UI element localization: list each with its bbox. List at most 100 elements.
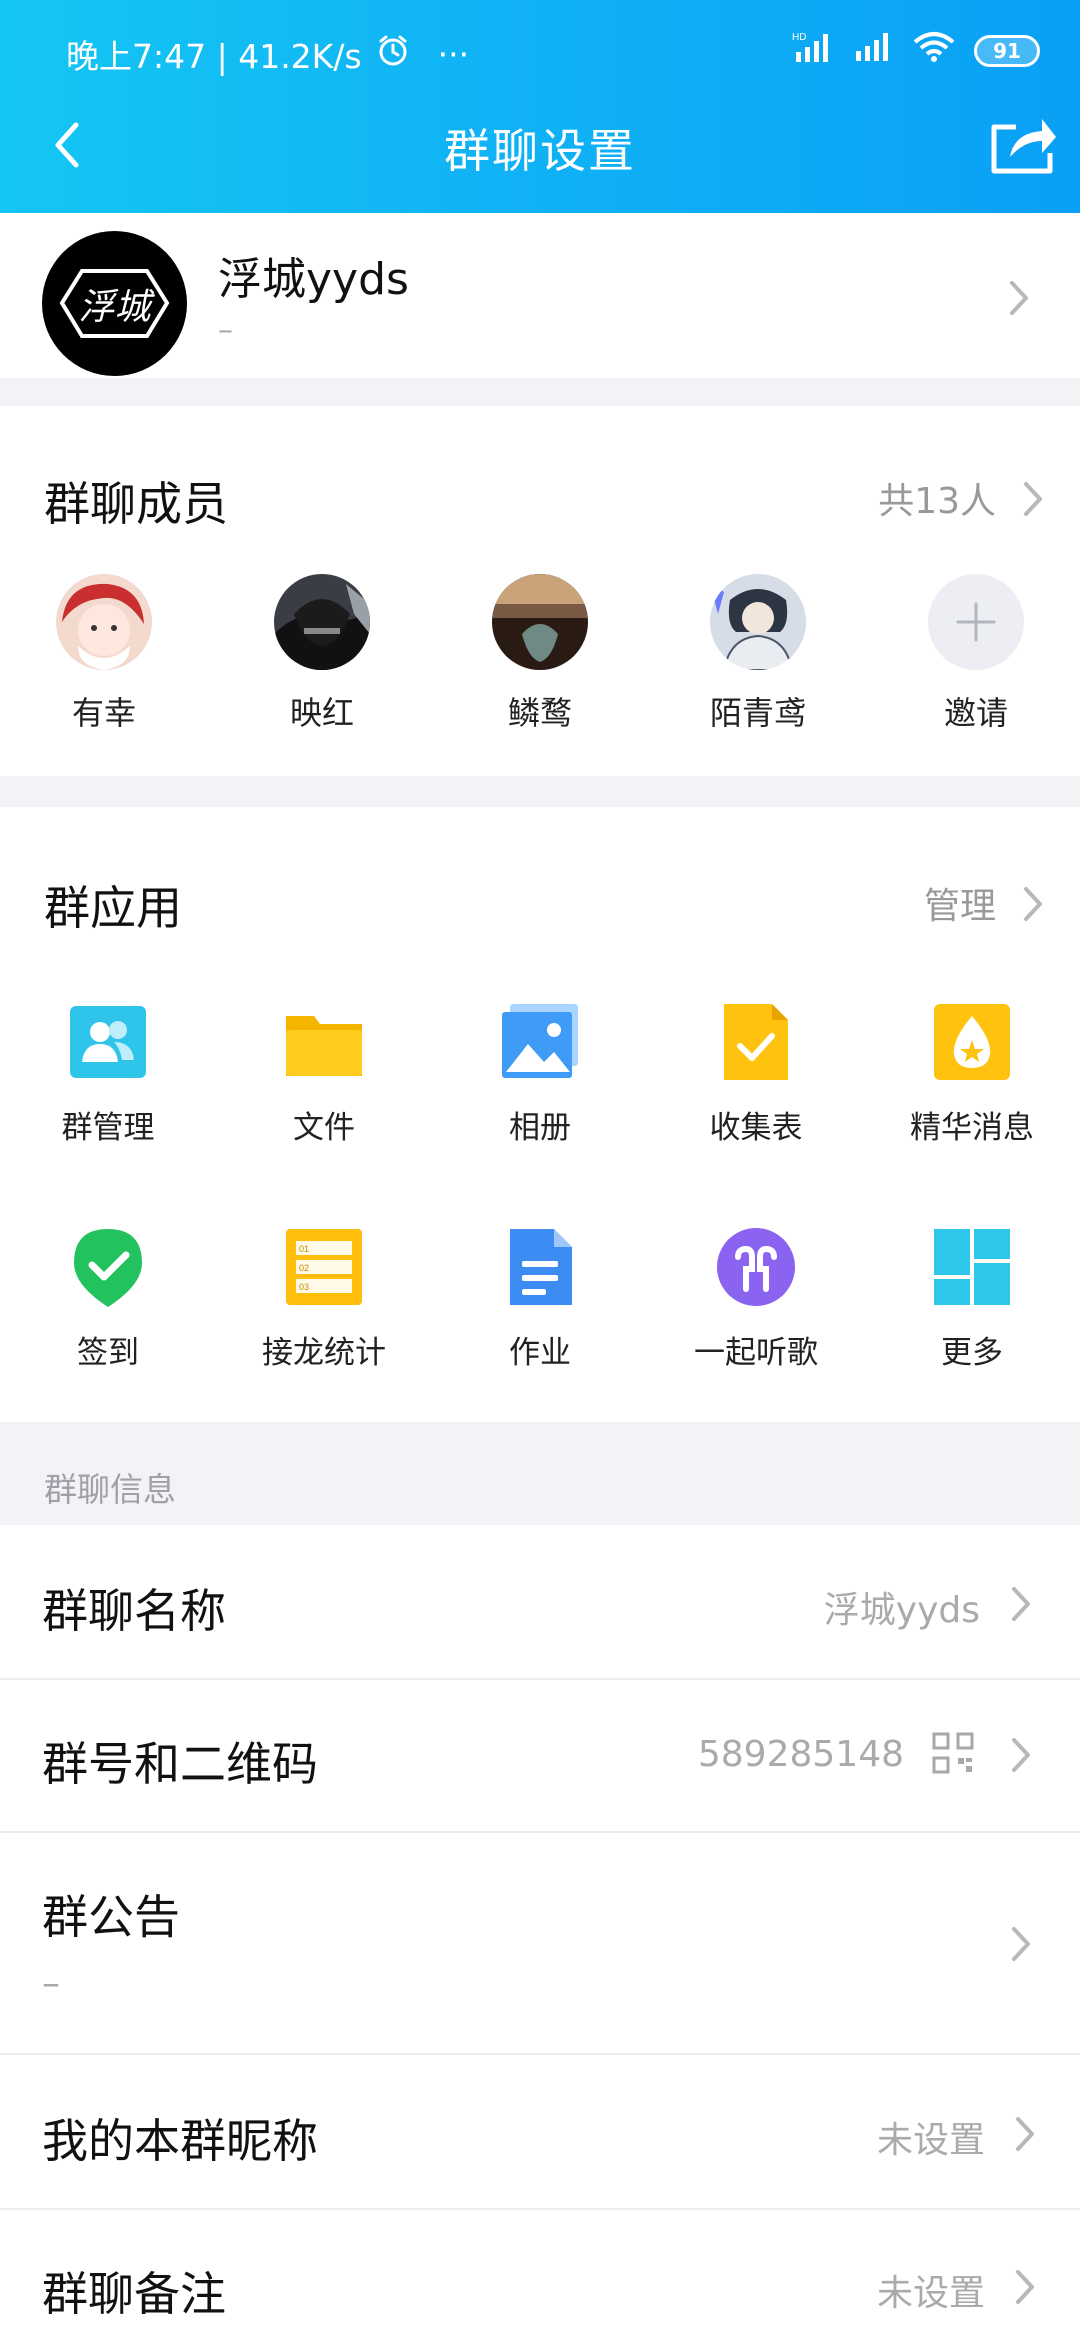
member-item[interactable]: 鳞鹜 xyxy=(470,574,610,734)
member-name: 鳞鹜 xyxy=(507,694,572,732)
folder-icon xyxy=(284,1002,364,1082)
apps-manage: 管理 xyxy=(923,886,996,927)
apps-title: 群应用 xyxy=(44,881,182,935)
member-name: 有幸 xyxy=(71,694,136,732)
group-number-row[interactable]: 群号和二维码 589285148 xyxy=(0,1680,1080,1833)
avatar xyxy=(710,574,806,670)
app-featured-messages[interactable]: 精华消息 xyxy=(892,1002,1052,1147)
status-time: 晚上7:47 | 41.2K/s xyxy=(66,37,362,76)
app-label: 签到 xyxy=(77,1335,139,1371)
share-button[interactable] xyxy=(986,109,1060,179)
homework-icon xyxy=(500,1227,580,1307)
battery-indicator: 91 xyxy=(974,35,1040,67)
app-group-manage[interactable]: 群管理 xyxy=(28,1002,188,1147)
invite-member-button[interactable]: 邀请 xyxy=(906,574,1046,734)
announcement-value: – xyxy=(42,1963,60,2004)
group-number: 589285148 xyxy=(697,1734,904,1775)
top-bar: 晚上7:47 | 41.2K/s ··· HD 91 群聊设置 xyxy=(0,0,1080,213)
app-files[interactable]: 文件 xyxy=(244,1002,404,1147)
chevron-right-icon xyxy=(1016,2270,1034,2304)
member-name: 陌青鸢 xyxy=(709,694,806,732)
more-apps-icon xyxy=(932,1227,1012,1307)
group-name: 浮城yyds xyxy=(218,254,409,305)
app-label: 文件 xyxy=(293,1110,355,1146)
relay-stats-icon: 01 02 03 xyxy=(284,1227,364,1307)
group-remark-row[interactable]: 群聊备注 未设置 xyxy=(0,2210,1080,2340)
avatar xyxy=(274,574,370,670)
chevron-right-icon xyxy=(1012,1587,1030,1621)
svg-text:01: 01 xyxy=(299,1244,309,1254)
app-label: 作业 xyxy=(509,1335,571,1371)
members-count: 共13人 xyxy=(878,481,996,522)
members-section: 群聊成员 共13人 有幸 映红 鳞鹜 陌青鸢 邀请 xyxy=(0,406,1080,776)
signal-icon xyxy=(854,31,894,71)
listen-together-icon xyxy=(716,1227,796,1307)
member-item[interactable]: 映红 xyxy=(252,574,392,734)
app-more[interactable]: 更多 xyxy=(892,1227,1052,1372)
announcement-row[interactable]: 群公告 – xyxy=(0,1833,1080,2055)
apps-manage-link[interactable]: 管理 xyxy=(892,869,1052,939)
app-label: 相册 xyxy=(509,1110,571,1146)
members-count-link[interactable]: 共13人 xyxy=(852,464,1052,534)
app-label: 一起听歌 xyxy=(694,1335,818,1371)
row-label: 群号和二维码 xyxy=(42,1737,318,1791)
signal-hd-icon: HD xyxy=(792,30,836,72)
wifi-icon xyxy=(912,30,956,72)
member-item[interactable]: 有幸 xyxy=(34,574,174,734)
invite-label: 邀请 xyxy=(943,694,1008,732)
chevron-right-icon xyxy=(1010,281,1028,315)
group-name-row[interactable]: 群聊名称 浮城yyds xyxy=(0,1525,1080,1680)
my-nickname-row[interactable]: 我的本群昵称 未设置 xyxy=(0,2055,1080,2210)
section-gap xyxy=(0,378,1080,406)
app-label: 收集表 xyxy=(709,1110,803,1146)
app-relay-stats[interactable]: 01 02 03 接龙统计 xyxy=(244,1227,404,1372)
section-gap xyxy=(0,776,1080,807)
group-apps-section: 群应用 管理 群管理 文件 相册 收集表 精华消息 签到 01 02 03 接龙… xyxy=(0,807,1080,1422)
app-check-in[interactable]: 签到 xyxy=(28,1227,188,1372)
row-value: 未设置 xyxy=(876,2273,985,2314)
app-label: 精华消息 xyxy=(910,1110,1034,1146)
nav-bar: 群聊设置 xyxy=(0,95,1080,195)
svg-text:HD: HD xyxy=(792,32,806,43)
qr-code-icon xyxy=(932,1732,974,1774)
photo-album-icon xyxy=(500,1002,580,1082)
status-bar: 晚上7:47 | 41.2K/s ··· HD 91 xyxy=(0,22,1080,82)
collection-form-icon xyxy=(716,1002,796,1082)
row-label: 群公告 xyxy=(42,1890,180,1944)
app-collection-form[interactable]: 收集表 xyxy=(676,1002,836,1147)
info-section-label: 群聊信息 xyxy=(44,1470,176,1509)
app-label: 群管理 xyxy=(61,1110,155,1146)
check-in-icon xyxy=(68,1227,148,1307)
group-avatar-text: 浮城 xyxy=(78,286,151,328)
row-value: 浮城yyds xyxy=(823,1590,980,1631)
chevron-right-icon xyxy=(1012,1927,1030,1961)
chevron-right-icon xyxy=(1024,887,1042,921)
chevron-right-icon xyxy=(1016,2117,1034,2151)
avatar xyxy=(56,574,152,670)
group-manage-icon xyxy=(68,1002,148,1082)
featured-message-icon xyxy=(932,1002,1012,1082)
app-listen-together[interactable]: 一起听歌 xyxy=(676,1227,836,1372)
row-value: 未设置 xyxy=(876,2120,985,2161)
app-homework[interactable]: 作业 xyxy=(460,1227,620,1372)
app-label: 接龙统计 xyxy=(262,1335,386,1371)
row-label: 群聊备注 xyxy=(42,2267,226,2321)
status-more: ··· xyxy=(437,34,470,74)
chevron-right-icon xyxy=(1012,1738,1030,1772)
app-label: 更多 xyxy=(941,1335,1003,1371)
group-profile-row[interactable]: 浮城 浮城yyds – xyxy=(0,213,1080,378)
plus-icon xyxy=(928,574,1024,670)
member-item[interactable]: 陌青鸢 xyxy=(688,574,828,734)
member-name: 映红 xyxy=(289,694,354,732)
row-label: 我的本群昵称 xyxy=(42,2114,318,2168)
app-album[interactable]: 相册 xyxy=(460,1002,620,1147)
members-title: 群聊成员 xyxy=(44,477,228,531)
page-title: 群聊设置 xyxy=(444,124,636,178)
row-label: 群聊名称 xyxy=(42,1584,226,1638)
chevron-right-icon xyxy=(1024,482,1042,516)
avatar xyxy=(492,574,588,670)
group-avatar: 浮城 xyxy=(42,231,187,376)
svg-text:03: 03 xyxy=(299,1282,309,1292)
group-subtitle: – xyxy=(218,313,233,348)
share-icon xyxy=(991,119,1056,174)
